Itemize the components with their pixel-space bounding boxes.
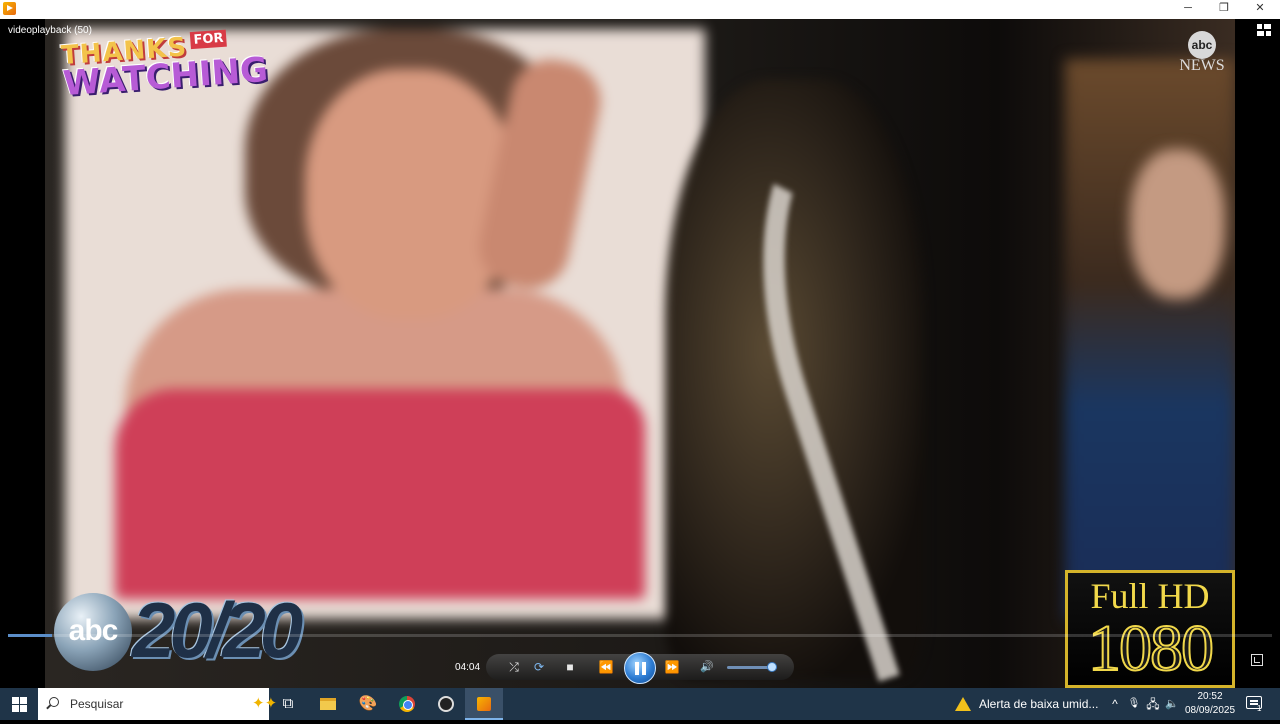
blurred-photo	[65, 29, 705, 619]
video-surface[interactable]: videoplayback (50) THANKS FOR WATCHING ab…	[0, 19, 1280, 688]
task-view-icon[interactable]: ⧉	[269, 688, 307, 720]
search-icon	[49, 697, 59, 707]
shuffle-icon[interactable]: ⤮	[505, 659, 523, 675]
seek-progress	[8, 634, 53, 637]
speaker-icon[interactable]: 🔊	[698, 659, 716, 675]
thanks-for-watching-overlay: THANKS FOR WATCHING	[60, 29, 270, 105]
windows-start-icon[interactable]	[0, 688, 38, 720]
fast-forward-icon[interactable]: ⏩	[663, 659, 681, 675]
chrome-icon[interactable]	[388, 688, 426, 720]
taskbar-clock[interactable]: 20:52 08/09/2025	[1182, 690, 1238, 718]
close-button[interactable]: ✕	[1242, 0, 1278, 19]
media-player-window: ─ ❐ ✕ videoplayback (50) THANKS FOR WATCH…	[0, 0, 1280, 688]
repeat-icon[interactable]: ⟳	[530, 659, 548, 675]
show-hidden-icons-chevron-icon[interactable]: ^	[1106, 688, 1124, 720]
pause-icon[interactable]	[624, 652, 656, 684]
microphone-icon[interactable]: 🎙	[1125, 688, 1143, 720]
restore-button[interactable]: ❐	[1206, 0, 1242, 19]
fullscreen-icon[interactable]	[1251, 654, 1263, 666]
title-bar[interactable]: ─ ❐ ✕	[0, 0, 1280, 19]
seek-bar[interactable]	[8, 634, 1272, 637]
volume-slider-handle[interactable]	[767, 662, 777, 672]
rewind-icon[interactable]: ⏪	[597, 659, 615, 675]
abc-news-logo: abc NEWS	[1174, 31, 1230, 75]
obs-icon[interactable]	[427, 688, 465, 720]
stop-icon[interactable]: ■	[561, 659, 579, 675]
search-placeholder: Pesquisar	[70, 697, 124, 711]
media-player-taskbar-icon[interactable]	[465, 688, 503, 720]
warning-icon	[955, 697, 971, 711]
notification-count: 1	[1257, 704, 1262, 713]
switch-view-icon[interactable]	[1257, 24, 1271, 38]
paint-icon[interactable]: 🎨	[349, 688, 387, 720]
network-icon[interactable]: 🖧	[1144, 688, 1162, 720]
blurred-person	[1065, 59, 1235, 619]
full-hd-badge: Full HD 1080	[1065, 570, 1235, 688]
elapsed-time: 04:04	[455, 662, 481, 673]
volume-icon[interactable]: 🔈	[1163, 688, 1181, 720]
media-player-app-icon	[3, 2, 16, 15]
file-explorer-icon[interactable]	[309, 688, 347, 720]
taskbar-search-box[interactable]: Pesquisar ✦✦	[38, 688, 277, 720]
windows-taskbar: Pesquisar ✦✦ ⧉ 🎨 Alerta de baixa umid...…	[0, 688, 1280, 720]
video-title: videoplayback (50)	[8, 25, 92, 36]
minimize-button[interactable]: ─	[1170, 0, 1206, 19]
